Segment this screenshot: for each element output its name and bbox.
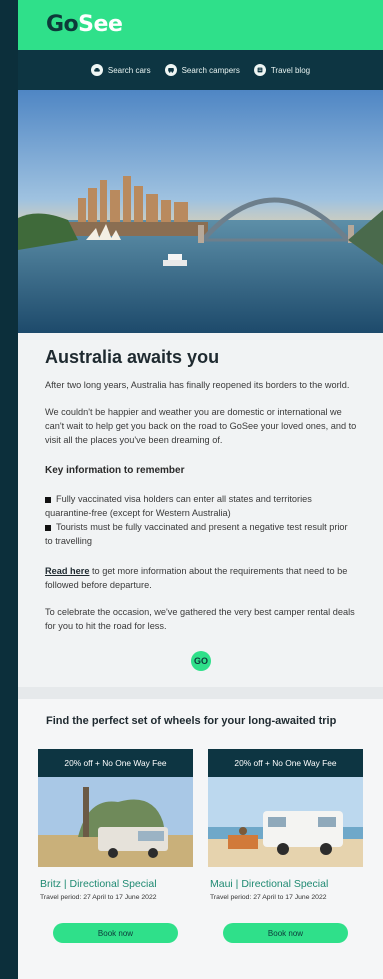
blog-icon — [253, 64, 266, 76]
nav-search-cars[interactable]: Search cars — [90, 64, 151, 76]
read-more-text: to get more information about the requir… — [45, 566, 348, 590]
wheels-section: Find the perfect set of wheels for your … — [18, 699, 383, 979]
intro-paragraph: After two long years, Australia has fina… — [45, 380, 350, 390]
key-info-bullet-2: Tourists must be fully vaccinated and pr… — [45, 520, 357, 548]
read-more-paragraph: Read here to get more information about … — [45, 564, 357, 592]
wheels-heading: Find the perfect set of wheels for your … — [46, 715, 337, 727]
key-info-bullet-1: Fully vaccinated visa holders can enter … — [45, 492, 357, 520]
maui-camper-image — [208, 777, 363, 867]
deal-card-maui: 20% off + No One Way Fee Maui | Directio… — [208, 749, 363, 943]
book-now-button[interactable]: Book now — [53, 923, 178, 943]
hero-image — [18, 90, 383, 333]
travel-period: Travel period: 27 April to 17 June 2022 — [40, 894, 157, 901]
section-divider — [18, 687, 383, 699]
read-here-link[interactable]: Read here — [45, 566, 89, 576]
bullet-square-icon — [45, 496, 51, 503]
key-info-heading: Key information to remember — [45, 465, 185, 476]
nav-label: Search campers — [181, 65, 240, 75]
deal-card-britz: 20% off + No One Way Fee Britz | Directi… — [38, 749, 193, 943]
welcome-paragraph: We couldn't be happier and weather you a… — [45, 407, 357, 445]
email-frame: GoSee Search cars Search campers Travel … — [18, 0, 383, 979]
nav-label: Travel blog — [270, 65, 311, 75]
travel-period: Travel period: 27 April to 17 June 2022 — [210, 894, 327, 901]
gosee-logo[interactable]: GoSee — [46, 12, 123, 37]
nav-travel-blog[interactable]: Travel blog — [253, 64, 311, 76]
deal-banner: 20% off + No One Way Fee — [208, 749, 363, 777]
go-badge-icon: GO — [191, 651, 211, 671]
book-now-button[interactable]: Book now — [223, 923, 348, 943]
nav-search-campers[interactable]: Search campers — [164, 64, 240, 76]
bullet-square-icon — [45, 524, 51, 531]
deal-title[interactable]: Britz | Directional Special — [40, 878, 193, 890]
nav-label: Search cars — [107, 65, 151, 75]
article-body: Australia awaits you After two long year… — [18, 333, 383, 671]
deal-cards: 20% off + No One Way Fee Britz | Directi… — [38, 749, 363, 943]
camper-icon — [164, 64, 177, 76]
logo-see-text: See — [78, 12, 123, 37]
logo-go-text: Go — [46, 12, 79, 37]
deal-title[interactable]: Maui | Directional Special — [210, 878, 363, 890]
article-title: Australia awaits you — [45, 347, 220, 367]
bullet-text: Tourists must be fully vaccinated and pr… — [45, 522, 348, 546]
header-bar: GoSee — [18, 0, 383, 50]
deal-banner: 20% off + No One Way Fee — [38, 749, 193, 777]
top-nav: Search cars Search campers Travel blog — [18, 50, 383, 90]
britz-camper-image — [38, 777, 193, 867]
car-icon — [90, 64, 103, 76]
bullet-text: Fully vaccinated visa holders can enter … — [45, 494, 312, 518]
celebrate-paragraph: To celebrate the occasion, we've gathere… — [45, 607, 355, 631]
